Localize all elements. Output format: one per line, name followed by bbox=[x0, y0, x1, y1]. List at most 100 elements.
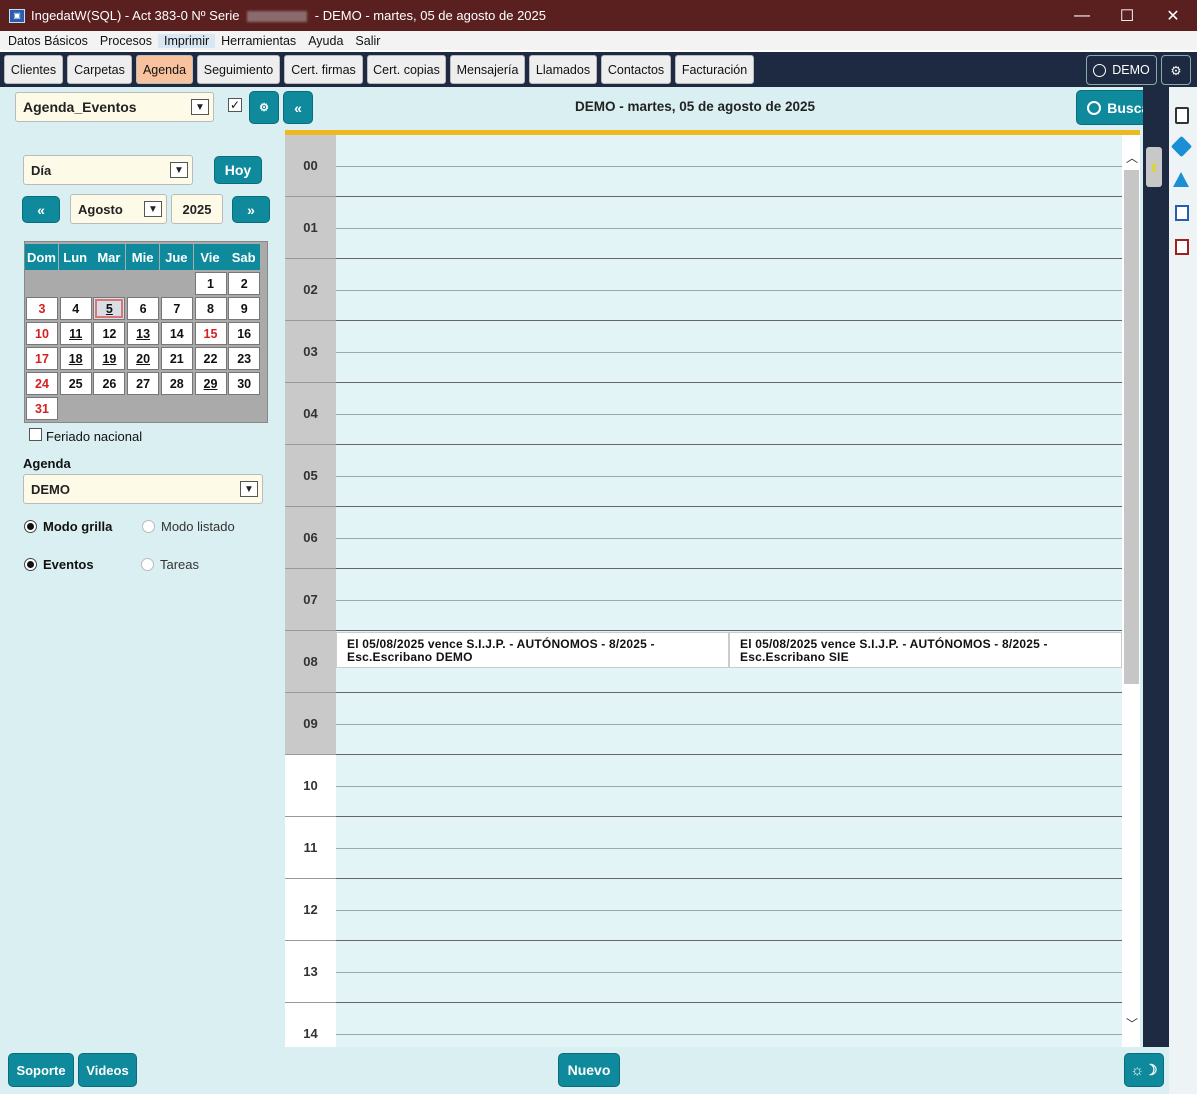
hour-slot[interactable] bbox=[336, 817, 1122, 879]
videos-button[interactable]: Videos bbox=[78, 1053, 137, 1087]
tab-clientes[interactable]: Clientes bbox=[4, 55, 63, 84]
day-schedule-grid[interactable]: 00 01 02 03 04 05 06 07 08 09 10 11 12 13 14 El 05/08/2… bbox=[285, 130, 1123, 1047]
document-icon[interactable] bbox=[1175, 205, 1189, 221]
month-select[interactable]: Agosto ▼ bbox=[70, 194, 167, 224]
calendar-day[interactable]: 27 bbox=[127, 372, 160, 395]
calendar-day[interactable]: 3 bbox=[26, 297, 58, 320]
calendar-day[interactable]: 1 bbox=[194, 272, 227, 295]
hour-slot[interactable] bbox=[336, 755, 1122, 817]
hour-slot[interactable] bbox=[336, 135, 1122, 197]
tab-contactos[interactable]: Contactos bbox=[601, 55, 671, 84]
tab-facturacion[interactable]: Facturación bbox=[675, 55, 754, 84]
calendar-day[interactable]: 28 bbox=[160, 372, 193, 395]
calendar-day[interactable]: 17 bbox=[26, 347, 58, 370]
calendar-day[interactable]: 25 bbox=[59, 372, 92, 395]
menu-datos-basicos[interactable]: Datos Básicos bbox=[0, 34, 94, 48]
calendar-day[interactable]: 29 bbox=[194, 372, 227, 395]
calendar-day[interactable]: 7 bbox=[160, 297, 193, 320]
calendar-day[interactable]: 5 bbox=[93, 297, 126, 320]
calendar-day[interactable]: 16 bbox=[228, 322, 261, 345]
event-item[interactable]: El 05/08/2025 vence S.I.J.P. - AUTÓNOMOS… bbox=[336, 632, 729, 668]
calendar-day[interactable]: 6 bbox=[127, 297, 160, 320]
calendar-day[interactable]: 9 bbox=[228, 297, 261, 320]
app-link-icon[interactable] bbox=[1170, 135, 1193, 158]
collapse-sidebar-button[interactable]: « bbox=[283, 91, 313, 124]
hour-slot[interactable] bbox=[336, 569, 1122, 631]
hour-slot[interactable] bbox=[336, 197, 1122, 259]
calendar-day[interactable]: 24 bbox=[26, 372, 58, 395]
close-button[interactable]: ✕ bbox=[1150, 0, 1196, 31]
tasks-radio[interactable] bbox=[141, 558, 154, 571]
minimize-button[interactable]: — bbox=[1059, 0, 1105, 31]
calendar-day[interactable]: 4 bbox=[59, 297, 92, 320]
calendar-day[interactable]: 15 bbox=[194, 322, 227, 345]
options-button[interactable]: ⚙ bbox=[249, 91, 279, 124]
events-radio[interactable] bbox=[24, 558, 37, 571]
tab-carpetas[interactable]: Carpetas bbox=[67, 55, 132, 84]
calendar-day[interactable]: 2 bbox=[228, 272, 261, 295]
list-mode-radio[interactable] bbox=[142, 520, 155, 533]
vertical-scrollbar[interactable]: ︿ ﹀ bbox=[1123, 135, 1140, 1047]
settings-button[interactable]: ⚙ bbox=[1161, 55, 1191, 85]
theme-toggle-button[interactable]: ☼☽ bbox=[1124, 1053, 1164, 1087]
hour-slot[interactable] bbox=[336, 941, 1122, 1003]
period-select[interactable]: Día ▼ bbox=[23, 155, 193, 185]
calendar-day[interactable]: 8 bbox=[194, 297, 227, 320]
today-button[interactable]: Hoy bbox=[214, 156, 262, 184]
tab-mensajeria[interactable]: Mensajería bbox=[450, 55, 525, 84]
agenda-select[interactable]: DEMO ▼ bbox=[23, 474, 263, 504]
year-field[interactable]: 2025 bbox=[171, 194, 223, 224]
drive-icon[interactable] bbox=[1173, 172, 1189, 187]
grid-mode-radio[interactable] bbox=[24, 520, 37, 533]
calculator-icon[interactable] bbox=[1175, 107, 1189, 124]
calendar-day[interactable]: 10 bbox=[26, 322, 58, 345]
hour-slot[interactable] bbox=[336, 693, 1122, 755]
menu-imprimir[interactable]: Imprimir bbox=[158, 33, 216, 48]
calendar-day[interactable]: 31 bbox=[26, 397, 58, 420]
next-month-button[interactable]: » bbox=[232, 196, 270, 223]
calendar-day[interactable]: 30 bbox=[228, 372, 261, 395]
hour-label: 13 bbox=[285, 941, 336, 1003]
new-event-button[interactable]: Nuevo bbox=[558, 1053, 620, 1087]
calendar-day[interactable]: 26 bbox=[93, 372, 126, 395]
calendar-day[interactable]: 12 bbox=[93, 322, 126, 345]
hour-slot[interactable] bbox=[336, 445, 1122, 507]
tab-cert-copias[interactable]: Cert. copias bbox=[367, 55, 446, 84]
user-button[interactable]: DEMO bbox=[1086, 55, 1157, 85]
menu-salir[interactable]: Salir bbox=[349, 34, 386, 48]
calendar-day[interactable]: 13 bbox=[127, 322, 160, 345]
menu-herramientas[interactable]: Herramientas bbox=[215, 34, 302, 48]
scroll-down-icon[interactable]: ﹀ bbox=[1126, 1015, 1138, 1032]
view-select[interactable]: Agenda_Eventos ▼ bbox=[15, 92, 214, 122]
holiday-checkbox[interactable] bbox=[29, 428, 42, 441]
menu-ayuda[interactable]: Ayuda bbox=[302, 34, 349, 48]
hour-slot[interactable] bbox=[336, 1003, 1122, 1047]
tab-cert-firmas[interactable]: Cert. firmas bbox=[284, 55, 363, 84]
maximize-button[interactable]: ☐ bbox=[1104, 0, 1150, 31]
support-button[interactable]: Soporte bbox=[8, 1053, 74, 1087]
tab-seguimiento[interactable]: Seguimiento bbox=[197, 55, 280, 84]
prev-month-button[interactable]: « bbox=[22, 196, 60, 223]
scroll-up-icon[interactable]: ︿ bbox=[1126, 149, 1138, 166]
calendar-day[interactable]: 11 bbox=[59, 322, 92, 345]
tab-llamados[interactable]: Llamados bbox=[529, 55, 597, 84]
scrollbar-thumb[interactable] bbox=[1124, 170, 1139, 684]
menu-procesos[interactable]: Procesos bbox=[94, 34, 158, 48]
event-item[interactable]: El 05/08/2025 vence S.I.J.P. - AUTÓNOMOS… bbox=[729, 632, 1122, 668]
pdf-icon[interactable] bbox=[1175, 239, 1189, 255]
calendar-day[interactable]: 21 bbox=[160, 347, 193, 370]
hour-slot[interactable] bbox=[336, 383, 1122, 445]
hour-slot[interactable] bbox=[336, 507, 1122, 569]
calendar-day[interactable]: 19 bbox=[93, 347, 126, 370]
calendar-day[interactable]: 23 bbox=[228, 347, 261, 370]
hour-slot[interactable] bbox=[336, 259, 1122, 321]
hour-slot[interactable] bbox=[336, 321, 1122, 383]
tab-agenda[interactable]: Agenda bbox=[136, 55, 193, 84]
filter-checkbox[interactable]: ✓ bbox=[228, 98, 242, 112]
calendar-day[interactable]: 20 bbox=[127, 347, 160, 370]
hour-slot[interactable] bbox=[336, 879, 1122, 941]
calendar-day[interactable]: 18 bbox=[59, 347, 92, 370]
calendar-day[interactable]: 14 bbox=[160, 322, 193, 345]
dock-tab[interactable]: t bbox=[1146, 147, 1162, 187]
calendar-day[interactable]: 22 bbox=[194, 347, 227, 370]
